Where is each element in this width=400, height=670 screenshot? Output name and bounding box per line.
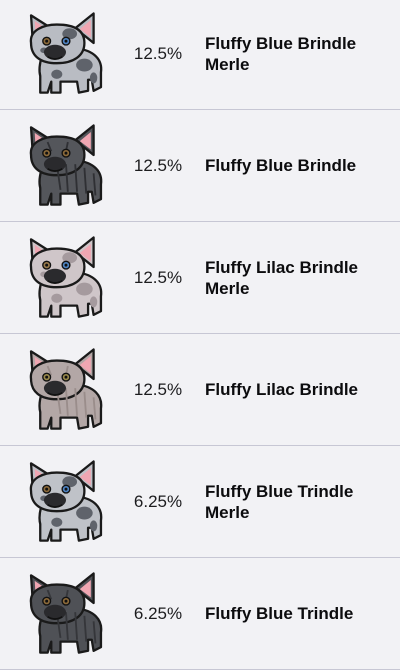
french-bulldog-icon (29, 572, 103, 654)
coat-name: Fluffy Lilac Brindle Merle (205, 222, 392, 333)
coat-name: Fluffy Blue Trindle (205, 558, 392, 669)
list-item[interactable]: 12.5% Fluffy Lilac Brindle (0, 334, 400, 446)
coat-name-text: Fluffy Blue Trindle Merle (205, 481, 354, 522)
coat-name-text: Fluffy Lilac Brindle (205, 380, 359, 399)
french-bulldog-icon (29, 460, 103, 542)
genetics-result-list: 12.5% Fluffy Blue Brindle Merle 12.5% Fl… (0, 0, 400, 670)
coat-name-text: Fluffy Blue Brindle (205, 156, 357, 175)
coat-name-text: Fluffy Blue Trindle (205, 604, 354, 623)
list-item[interactable]: 6.25% Fluffy Blue Trindle Merle (0, 446, 400, 558)
probability-percent: 12.5% (133, 155, 183, 175)
coat-name-text: Fluffy Lilac Brindle Merle (205, 257, 359, 298)
list-item[interactable]: 12.5% Fluffy Lilac Brindle Merle (0, 222, 400, 334)
french-bulldog-icon (29, 236, 103, 318)
list-item[interactable]: 6.25% Fluffy Blue Trindle (0, 558, 400, 670)
french-bulldog-icon (29, 124, 103, 206)
probability-percent: 12.5% (133, 267, 183, 287)
probability-percent: 12.5% (133, 43, 183, 63)
coat-name: Fluffy Blue Brindle Merle (205, 0, 392, 109)
coat-name: Fluffy Blue Brindle (205, 110, 392, 221)
list-item[interactable]: 12.5% Fluffy Blue Brindle Merle (0, 0, 400, 110)
coat-name: Fluffy Blue Trindle Merle (205, 446, 392, 557)
coat-name-text: Fluffy Blue Brindle Merle (205, 33, 357, 74)
list-item[interactable]: 12.5% Fluffy Blue Brindle (0, 110, 400, 222)
probability-percent: 6.25% (133, 491, 183, 511)
probability-percent: 12.5% (133, 379, 183, 399)
french-bulldog-icon (29, 12, 103, 94)
french-bulldog-icon (29, 348, 103, 430)
probability-percent: 6.25% (133, 603, 183, 623)
coat-name: Fluffy Lilac Brindle (205, 334, 392, 445)
